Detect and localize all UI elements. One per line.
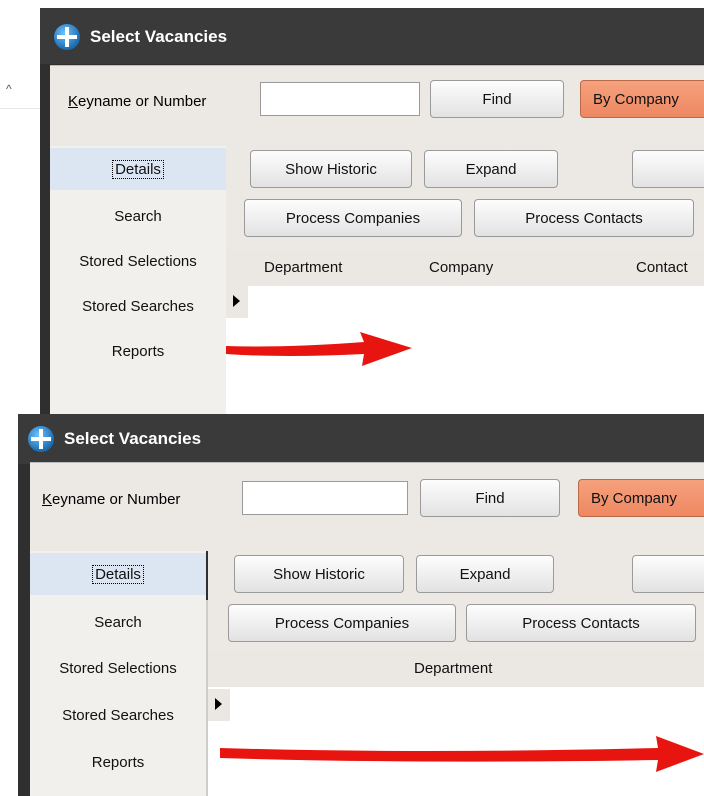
show-historic-button[interactable]: Show Historic: [250, 150, 412, 188]
background-divider: [0, 108, 40, 109]
window-titlebar: Select Vacancies: [40, 8, 704, 64]
keyname-label: Keyname or Number: [68, 93, 207, 110]
sidebar-item-search[interactable]: Search: [50, 195, 226, 237]
column-header-department[interactable]: Department: [414, 660, 492, 677]
sidebar-item-search[interactable]: Search: [30, 601, 206, 643]
by-company-button[interactable]: By Company: [580, 80, 704, 118]
by-company-button[interactable]: By Company: [578, 479, 704, 517]
clipped-button[interactable]: C: [632, 555, 704, 593]
screenshot-panel-bottom: Select Vacancies Keyname or Number Find …: [18, 414, 704, 796]
process-companies-button[interactable]: Process Companies: [228, 604, 456, 642]
results-toolbar: Show Historic Expand C Process Companies…: [208, 551, 704, 655]
sidebar-item-reports[interactable]: Reports: [30, 741, 206, 783]
sidebar-item-stored-selections[interactable]: Stored Selections: [50, 240, 226, 282]
app-logo-icon: [28, 426, 54, 452]
sidebar-item-reports[interactable]: Reports: [50, 330, 226, 372]
find-button[interactable]: Find: [420, 479, 560, 517]
show-historic-button[interactable]: Show Historic: [234, 555, 404, 593]
sidebar-item-stored-searches[interactable]: Stored Searches: [50, 285, 226, 327]
results-panel: Show Historic Expand C Process Companies…: [226, 146, 704, 414]
process-contacts-button[interactable]: Process Contacts: [466, 604, 696, 642]
red-arrow-icon: [220, 736, 704, 772]
keyname-label: Keyname or Number: [42, 491, 181, 508]
row-pointer-icon[interactable]: [226, 286, 248, 318]
search-toolbar: Keyname or Number Find By Company: [30, 462, 704, 551]
column-header-department[interactable]: Department: [264, 259, 342, 276]
process-contacts-button[interactable]: Process Contacts: [474, 199, 694, 237]
grid-header: Department: [208, 651, 704, 687]
expand-button[interactable]: Expand: [416, 555, 554, 593]
column-header-company[interactable]: Company: [429, 259, 493, 276]
keyname-input[interactable]: [260, 82, 420, 116]
window-title: Select Vacancies: [90, 27, 228, 46]
sidebar-item-stored-searches[interactable]: Stored Searches: [30, 694, 206, 736]
find-button[interactable]: Find: [430, 80, 564, 118]
sidebar-item-details[interactable]: Details: [30, 553, 206, 595]
clipped-button[interactable]: C: [632, 150, 704, 188]
column-header-contact[interactable]: Contact: [636, 259, 688, 276]
red-arrow-icon: [226, 332, 412, 366]
caret-up-icon: ^: [6, 82, 12, 96]
row-pointer-icon[interactable]: [208, 689, 230, 721]
window-title: Select Vacancies: [64, 429, 202, 448]
sidebar-nav: Details Search Stored Selections Stored …: [50, 146, 226, 414]
sidebar-item-stored-selections[interactable]: Stored Selections: [30, 647, 206, 689]
screenshot-panel-top: Select Vacancies Keyname or Number Find …: [40, 8, 704, 414]
keyname-input[interactable]: [242, 481, 408, 515]
sidebar-item-details[interactable]: Details: [50, 148, 226, 190]
process-companies-button[interactable]: Process Companies: [244, 199, 462, 237]
grid-header: Department Company Contact: [226, 250, 704, 286]
expand-button[interactable]: Expand: [424, 150, 558, 188]
sidebar-nav: Details Search Stored Selections Stored …: [30, 551, 206, 796]
window-titlebar: Select Vacancies: [18, 414, 704, 464]
app-logo-icon: [54, 24, 80, 50]
search-toolbar: Keyname or Number Find By Company: [50, 65, 704, 146]
results-toolbar: Show Historic Expand C Process Companies…: [226, 146, 704, 250]
